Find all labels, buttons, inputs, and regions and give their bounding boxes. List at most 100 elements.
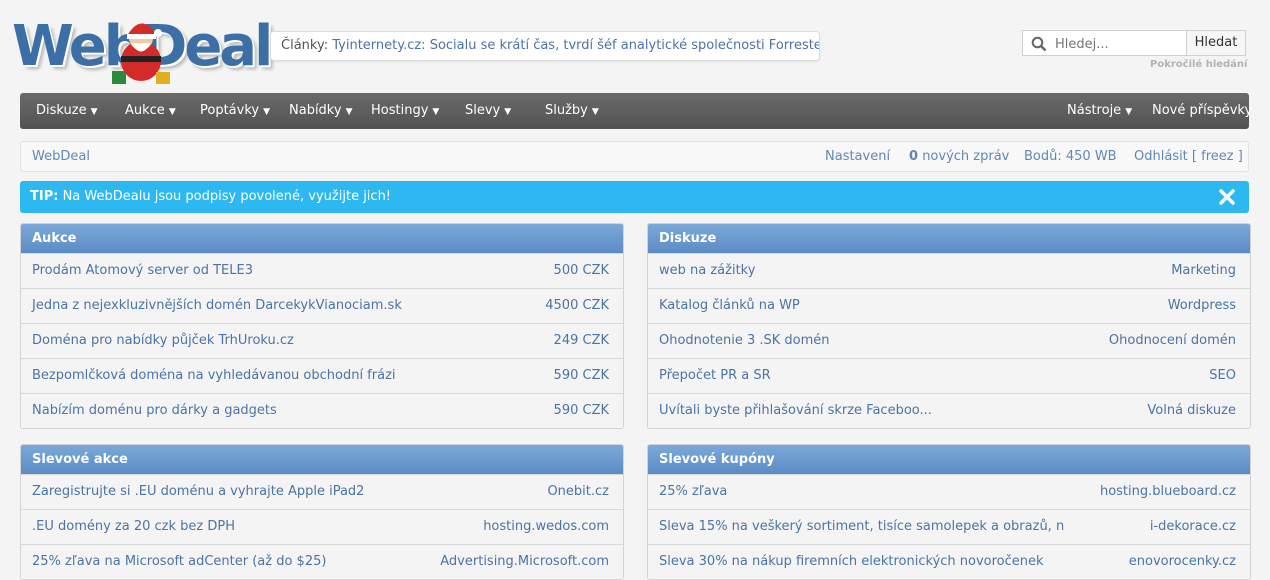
thread-category[interactable]: Wordpress	[1161, 289, 1236, 323]
user-status-bar: WebDeal Nastavení 0 nových zpráv Bodů: 4…	[20, 141, 1249, 172]
panel-diskuze: Diskuze web na zážitky Marketing Katalog …	[647, 223, 1251, 429]
panel-slevove-kupony: Slevové kupóny 25% zľava hosting.blueboar…	[647, 444, 1251, 580]
list-item[interactable]: .EU domény za 20 czk bez DPH hosting.wedo…	[21, 509, 623, 544]
article-link[interactable]: Tyinternety.cz: Socialu se krátí čas, tv…	[332, 38, 819, 53]
nav-label: Hostingy	[371, 103, 429, 118]
chevron-down-icon: ▼	[345, 107, 353, 117]
nav-label: Slevy	[465, 103, 501, 118]
articles-label: Články:	[281, 38, 329, 53]
thread-title[interactable]: Přepočet PR a SR	[659, 368, 771, 383]
coupon-title[interactable]: Sleva 30% na nákup firemních elektronick…	[659, 554, 1044, 569]
tip-label: TIP:	[30, 189, 59, 204]
nav-sluzby[interactable]: Služby ▼	[545, 93, 599, 130]
nav-poptavky[interactable]: Poptávky ▼	[200, 93, 270, 130]
chevron-down-icon: ▼	[90, 107, 98, 117]
panel-title[interactable]: Slevové kupóny	[648, 445, 1250, 474]
nav-aukce[interactable]: Aukce ▼	[125, 93, 176, 130]
deal-title[interactable]: Zaregistrujte si .EU doménu a vyhrajte A…	[32, 484, 364, 499]
messages-label: nových zpráv	[922, 149, 1010, 164]
advanced-search-link[interactable]: Pokročilé hledání	[1150, 59, 1247, 70]
list-item[interactable]: Doména pro nabídky půjček TrhUroku.cz 249…	[21, 323, 623, 358]
list-item[interactable]: Ohodnotenie 3 .SK domén Ohodnocení domén	[648, 323, 1250, 358]
list-item[interactable]: Zaregistrujte si .EU doménu a vyhrajte A…	[21, 474, 623, 509]
deal-source[interactable]: Onebit.cz	[541, 475, 609, 509]
coupon-source[interactable]: enovorocenky.cz	[1122, 545, 1236, 579]
panel-title[interactable]: Slevové akce	[21, 445, 623, 474]
search-box: Hledat	[1022, 30, 1246, 56]
coupon-source[interactable]: i-dekorace.cz	[1143, 510, 1236, 544]
close-icon[interactable]	[1217, 187, 1237, 207]
list-item[interactable]: Sleva 30% na nákup firemních elektronick…	[648, 544, 1250, 579]
list-item[interactable]: Nabízím doménu pro dárky a gadgets 590 CZ…	[21, 393, 623, 428]
list-item[interactable]: Uvítali byste přihlašování skrze Faceboo…	[648, 393, 1250, 428]
articles-ticker: Články: Tyinternety.cz: Socialu se krátí…	[270, 31, 820, 61]
points-display: Bodů: 450 WB	[1024, 149, 1117, 164]
deal-source[interactable]: Advertising.Microsoft.com	[434, 545, 609, 579]
main-nav: Diskuze ▼ Aukce ▼ Poptávky ▼ Nabídky ▼ Hosti…	[20, 93, 1252, 130]
breadcrumb-home[interactable]: WebDeal	[32, 142, 90, 171]
item-price: 590 CZK	[547, 359, 609, 393]
panel-title[interactable]: Aukce	[21, 224, 623, 253]
list-item[interactable]: Přepočet PR a SR SEO	[648, 358, 1250, 393]
thread-category[interactable]: Volná diskuze	[1141, 394, 1236, 428]
thread-category[interactable]: Ohodnocení domén	[1102, 324, 1236, 358]
item-price: 500 CZK	[547, 254, 609, 288]
deal-title[interactable]: 25% zľava na Microsoft adCenter (až do $…	[32, 554, 326, 569]
item-title[interactable]: Bezpomlčková doména na vyhledávanou obch…	[32, 368, 396, 383]
nav-label: Poptávky	[200, 103, 260, 118]
settings-link[interactable]: Nastavení	[825, 142, 890, 171]
item-title[interactable]: Doména pro nabídky půjček TrhUroku.cz	[32, 333, 294, 348]
chevron-down-icon: ▼	[263, 107, 271, 117]
list-item[interactable]: web na zážitky Marketing	[648, 253, 1250, 288]
nav-nastroje[interactable]: Nástroje ▼	[1067, 93, 1132, 130]
item-title[interactable]: Nabízím doménu pro dárky a gadgets	[32, 403, 277, 418]
message-count: 0	[909, 149, 919, 164]
item-price: 4500 CZK	[539, 289, 609, 323]
list-item[interactable]: Bezpomlčková doména na vyhledávanou obch…	[21, 358, 623, 393]
thread-title[interactable]: Katalog článků na WP	[659, 298, 800, 313]
nav-slevy[interactable]: Slevy ▼	[465, 93, 511, 130]
nav-diskuze[interactable]: Diskuze ▼	[36, 93, 98, 130]
chevron-down-icon: ▼	[168, 107, 176, 117]
coupon-title[interactable]: 25% zľava	[659, 484, 727, 499]
logout-link[interactable]: Odhlásit [ freez ]	[1134, 142, 1243, 171]
panel-aukce: Aukce Prodám Atomový server od TELE3 500 …	[20, 223, 624, 429]
deal-source[interactable]: hosting.wedos.com	[477, 510, 609, 544]
deal-title[interactable]: .EU domény za 20 czk bez DPH	[32, 519, 235, 534]
nav-new-posts[interactable]: Nové příspěvky	[1152, 93, 1252, 129]
search-button[interactable]: Hledat	[1186, 31, 1245, 55]
site-logo[interactable]: WebDeal	[12, 10, 273, 88]
messages-link[interactable]: 0 nových zpráv	[909, 142, 1009, 171]
coupon-source[interactable]: hosting.blueboard.cz	[1093, 475, 1236, 509]
list-item[interactable]: 25% zľava na Microsoft adCenter (až do $…	[21, 544, 623, 579]
thread-category[interactable]: SEO	[1203, 359, 1236, 393]
list-item[interactable]: Katalog článků na WP Wordpress	[648, 288, 1250, 323]
nav-label: Služby	[545, 103, 588, 118]
thread-title[interactable]: Uvítali byste přihlašování skrze Faceboo…	[659, 403, 932, 418]
chevron-down-icon: ▼	[432, 107, 440, 117]
thread-category[interactable]: Marketing	[1165, 254, 1236, 288]
thread-title[interactable]: web na zážitky	[659, 263, 755, 278]
tip-text: Na WebDealu jsou podpisy povolené, využi…	[62, 189, 392, 204]
item-price: 590 CZK	[547, 394, 609, 428]
list-item[interactable]: Prodám Atomový server od TELE3 500 CZK	[21, 253, 623, 288]
chevron-down-icon: ▼	[591, 107, 599, 117]
santa-icon	[112, 23, 170, 84]
nav-label: Nabídky	[289, 103, 342, 118]
search-input[interactable]	[1053, 33, 1187, 55]
nav-label: Nástroje	[1067, 103, 1122, 118]
item-title[interactable]: Jedna z nejexkluzivnějších domén Darceky…	[32, 298, 402, 313]
chevron-down-icon: ▼	[1125, 107, 1133, 117]
list-item[interactable]: Sleva 15% na veškerý sortiment, tisíce s…	[648, 509, 1250, 544]
coupon-title[interactable]: Sleva 15% na veškerý sortiment, tisíce s…	[659, 519, 1064, 534]
list-item[interactable]: Jedna z nejexkluzivnějších domén Darceky…	[21, 288, 623, 323]
panel-slevove-akce: Slevové akce Zaregistrujte si .EU doménu…	[20, 444, 624, 580]
list-item[interactable]: 25% zľava hosting.blueboard.cz	[648, 474, 1250, 509]
nav-nabidky[interactable]: Nabídky ▼	[289, 93, 353, 130]
thread-title[interactable]: Ohodnotenie 3 .SK domén	[659, 333, 830, 348]
nav-label: Diskuze	[36, 103, 87, 118]
panel-title[interactable]: Diskuze	[648, 224, 1250, 253]
item-price: 249 CZK	[547, 324, 609, 358]
item-title[interactable]: Prodám Atomový server od TELE3	[32, 263, 253, 278]
nav-hostingy[interactable]: Hostingy ▼	[371, 93, 439, 130]
